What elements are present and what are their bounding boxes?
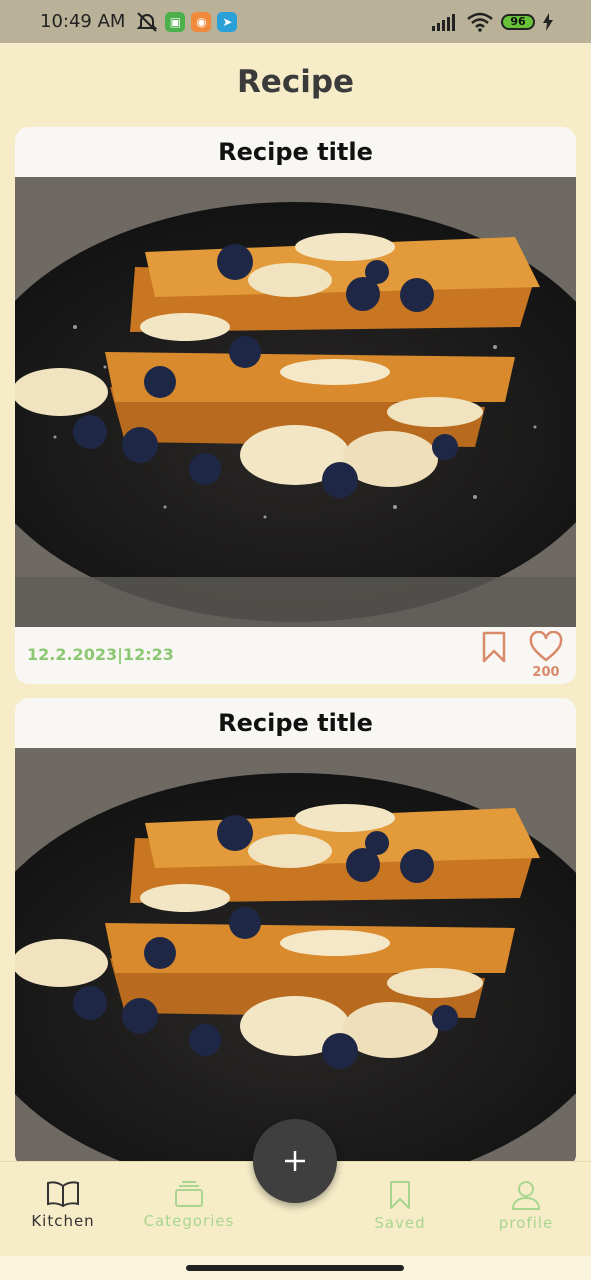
user-icon xyxy=(511,1181,541,1210)
recipe-title: Recipe title xyxy=(218,709,373,737)
nav-item-profile[interactable]: profile xyxy=(471,1180,581,1232)
nav-item-categories[interactable]: Categories xyxy=(134,1180,244,1230)
nav-item-saved[interactable]: Saved xyxy=(345,1180,455,1232)
telegram-icon: ➤ xyxy=(217,11,238,32)
signal-icon xyxy=(432,13,455,31)
wifi-icon xyxy=(467,12,493,32)
plus-icon xyxy=(285,1151,305,1171)
nav-label-categories: Categories xyxy=(143,1212,235,1230)
mute-icon xyxy=(137,11,158,32)
status-left: 10:49 AM ▣ ◉ ➤ xyxy=(40,11,238,33)
recipe-footer: 12.2.2023|12:23 200 xyxy=(15,627,576,684)
gesture-bar[interactable] xyxy=(186,1265,404,1271)
mi-app-icon: ◉ xyxy=(191,11,212,32)
recipe-card[interactable]: Recipe title xyxy=(15,127,576,684)
battery-icon: 96 xyxy=(501,13,535,30)
recipe-date: 12.2.2023|12:23 xyxy=(27,645,174,664)
nav-item-kitchen[interactable]: Kitchen xyxy=(8,1180,118,1230)
book-icon xyxy=(47,1181,79,1208)
bookmark-icon xyxy=(390,1181,410,1209)
heart-icon[interactable] xyxy=(529,631,563,663)
add-recipe-button[interactable] xyxy=(253,1119,337,1203)
like-count: 200 xyxy=(532,665,560,680)
recipe-title: Recipe title xyxy=(218,138,373,166)
recipe-card[interactable]: Recipe title xyxy=(15,698,576,1168)
layers-icon xyxy=(175,1181,203,1207)
charging-icon xyxy=(543,12,553,31)
recipe-image[interactable] xyxy=(15,748,576,1168)
nav-label-kitchen: Kitchen xyxy=(31,1212,95,1230)
status-time: 10:49 AM xyxy=(40,11,126,32)
french-toast-photo xyxy=(15,177,576,627)
recipe-image[interactable] xyxy=(15,177,576,627)
nav-label-profile: profile xyxy=(498,1214,554,1232)
page-title: Recipe xyxy=(236,64,355,100)
bookmark-icon[interactable] xyxy=(481,631,507,663)
status-bar: 10:49 AM ▣ ◉ ➤ 96 xyxy=(0,0,591,43)
status-right: 96 xyxy=(431,12,553,32)
french-toast-photo xyxy=(15,748,576,1168)
android-app-icon: ▣ xyxy=(165,11,186,32)
nav-label-saved: Saved xyxy=(374,1214,426,1232)
